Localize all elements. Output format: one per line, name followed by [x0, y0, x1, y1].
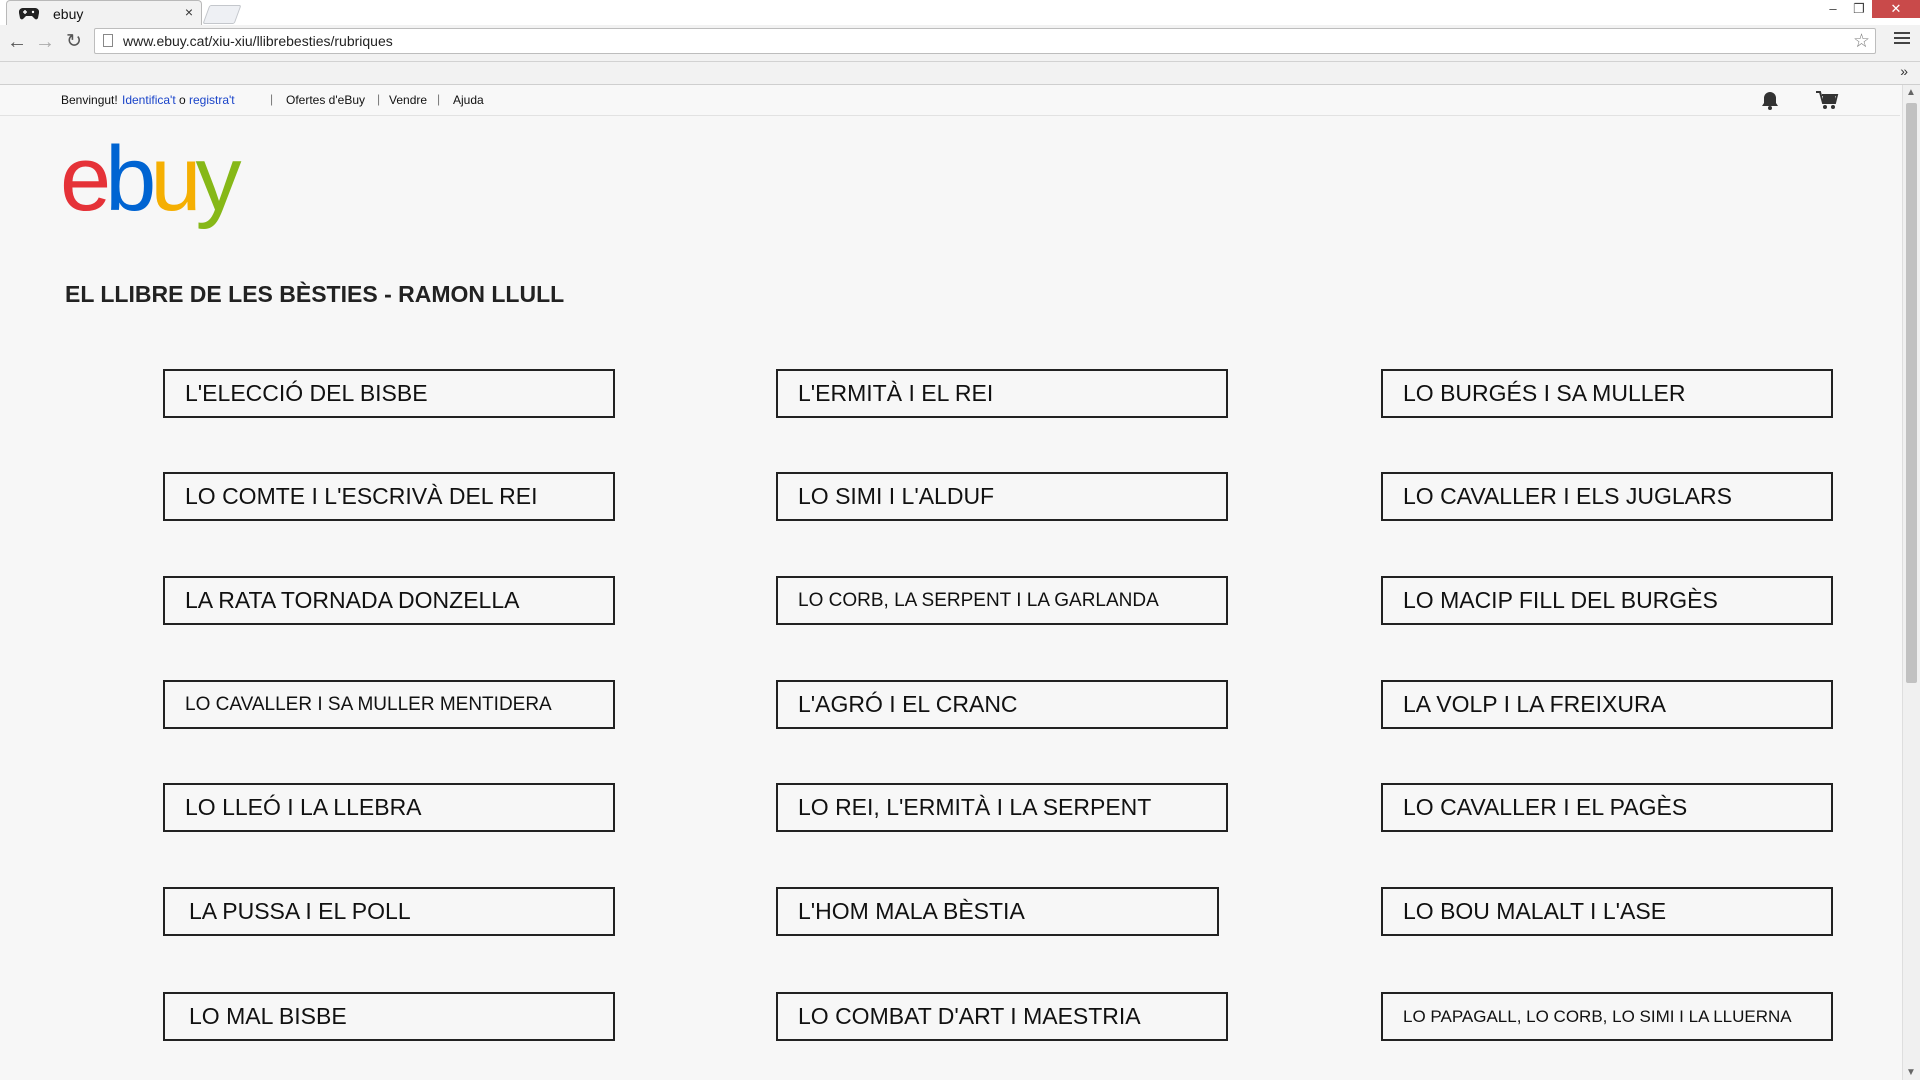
- rubrica-button[interactable]: LO CAVALLER I ELS JUGLARS: [1381, 472, 1833, 521]
- rubrica-button[interactable]: L'AGRÓ I EL CRANC: [776, 680, 1228, 729]
- rubrica-button[interactable]: LO MACIP FILL DEL BURGÈS: [1381, 576, 1833, 625]
- rubrica-label: L'AGRÓ I EL CRANC: [798, 691, 1018, 717]
- address-bar[interactable]: www.ebuy.cat/xiu-xiu/llibrebesties/rubri…: [94, 28, 1876, 54]
- rubrica-label: LO MAL BISBE: [189, 1003, 347, 1029]
- separator: |: [437, 92, 441, 106]
- rubrica-button[interactable]: LO CAVALLER I SA MULLER MENTIDERA: [163, 680, 615, 729]
- rubrica-button[interactable]: LA RATA TORNADA DONZELLA: [163, 576, 615, 625]
- bookmark-star-icon[interactable]: ☆: [1853, 30, 1870, 53]
- scroll-thumb[interactable]: [1906, 103, 1917, 683]
- restore-button[interactable]: ❐: [1842, 0, 1876, 18]
- bookmarks-bar: »: [0, 62, 1920, 85]
- rubrica-button[interactable]: LO SIMI I L'ALDUF: [776, 472, 1228, 521]
- deals-link[interactable]: Ofertes d'eBuy: [286, 93, 365, 107]
- scroll-down-icon[interactable]: ▼: [1906, 1067, 1916, 1078]
- rubrica-button[interactable]: LO CAVALLER I EL PAGÈS: [1381, 783, 1833, 832]
- rubrica-label: LO LLEÓ I LA LLEBRA: [185, 794, 422, 820]
- rubrica-label: LO REI, L'ERMITÀ I LA SERPENT: [798, 794, 1152, 820]
- tab-title: ebuy: [53, 6, 84, 22]
- rubrica-button[interactable]: LO PAPAGALL, LO CORB, LO SIMI I LA LLUER…: [1381, 992, 1833, 1041]
- rubrica-label: LO BOU MALALT I L'ASE: [1403, 898, 1667, 924]
- rubrica-label: LO PAPAGALL, LO CORB, LO SIMI I LA LLUER…: [1403, 1007, 1792, 1026]
- url-text[interactable]: www.ebuy.cat/xiu-xiu/llibrebesties/rubri…: [123, 33, 393, 49]
- new-tab-button[interactable]: [202, 5, 242, 24]
- rubrica-label: LA VOLP I LA FREIXURA: [1403, 691, 1666, 717]
- gamepad-icon: [19, 7, 39, 20]
- rubrica-label: LO COMBAT D'ART I MAESTRIA: [798, 1003, 1141, 1029]
- logo-letter: e: [60, 128, 111, 230]
- rubrica-button[interactable]: LO COMTE I L'ESCRIVÀ DEL REI: [163, 472, 615, 521]
- separator: |: [377, 92, 381, 106]
- page-icon: [103, 34, 113, 47]
- help-link[interactable]: Ajuda: [453, 93, 484, 107]
- rubrica-button[interactable]: LO CORB, LA SERPENT I LA GARLANDA: [776, 576, 1228, 625]
- rubrica-button[interactable]: L'ELECCIÓ DEL BISBE: [163, 369, 615, 418]
- rubrica-button[interactable]: L'ERMITÀ I EL REI: [776, 369, 1228, 418]
- vertical-scrollbar[interactable]: ▲ ▼: [1902, 85, 1920, 1080]
- rubrica-label: LO MACIP FILL DEL BURGÈS: [1403, 587, 1718, 613]
- rubrica-label: LO CAVALLER I ELS JUGLARS: [1403, 483, 1732, 509]
- logo-letter: b: [105, 128, 156, 230]
- rubrica-button[interactable]: LA PUSSA I EL POLL: [163, 887, 615, 936]
- tab-close-icon[interactable]: ×: [185, 4, 193, 20]
- rubrica-label: LO COMTE I L'ESCRIVÀ DEL REI: [185, 483, 538, 509]
- rubrica-button[interactable]: LO LLEÓ I LA LLEBRA: [163, 783, 615, 832]
- window-close-button[interactable]: ✕: [1872, 0, 1920, 18]
- rubrica-label: LO CORB, LA SERPENT I LA GARLANDA: [798, 590, 1159, 611]
- ebuy-logo[interactable]: ebuy: [60, 133, 242, 225]
- rubrica-label: L'ERMITÀ I EL REI: [798, 380, 994, 406]
- rubrica-button[interactable]: LO MAL BISBE: [163, 992, 615, 1041]
- browser-toolbar: ← → ↻ www.ebuy.cat/xiu-xiu/llibrebesties…: [0, 25, 1920, 62]
- back-arrow-icon[interactable]: ←: [4, 29, 30, 55]
- logo-letter: y: [195, 128, 242, 230]
- rubrica-label: LA PUSSA I EL POLL: [189, 898, 411, 924]
- rubrica-label: LA RATA TORNADA DONZELLA: [185, 587, 520, 613]
- rubrica-label: LO SIMI I L'ALDUF: [798, 483, 995, 509]
- greeting-text: Benvingut!: [61, 93, 118, 107]
- rubrica-button[interactable]: LA VOLP I LA FREIXURA: [1381, 680, 1833, 729]
- tab-strip: ebuy × – ❐ ✕: [0, 0, 1920, 25]
- rubrica-button[interactable]: LO COMBAT D'ART I MAESTRIA: [776, 992, 1228, 1041]
- rubrica-label: L'HOM MALA BÈSTIA: [798, 898, 1025, 924]
- rubrica-label: L'ELECCIÓ DEL BISBE: [185, 380, 428, 406]
- sell-link[interactable]: Vendre: [389, 93, 427, 107]
- rubrica-button[interactable]: LO BURGÉS I SA MULLER: [1381, 369, 1833, 418]
- logo-letter: u: [150, 128, 201, 230]
- rubrica-label: LO CAVALLER I EL PAGÈS: [1403, 794, 1688, 820]
- rubrica-button[interactable]: L'HOM MALA BÈSTIA: [776, 887, 1219, 936]
- forward-arrow-icon[interactable]: →: [32, 29, 58, 55]
- browser-tab[interactable]: ebuy ×: [6, 0, 202, 25]
- page-title: EL LLIBRE DE LES BÈSTIES - RAMON LLULL: [65, 281, 565, 307]
- rubrica-button[interactable]: LO BOU MALALT I L'ASE: [1381, 887, 1833, 936]
- rubrica-button[interactable]: LO REI, L'ERMITÀ I LA SERPENT: [776, 783, 1228, 832]
- reload-icon[interactable]: ↻: [61, 29, 87, 55]
- rubrica-label: LO BURGÉS I SA MULLER: [1403, 380, 1686, 406]
- signin-link[interactable]: Identifica't: [122, 93, 176, 107]
- bell-icon[interactable]: [1760, 89, 1780, 111]
- or-text: o: [179, 93, 186, 107]
- cart-icon[interactable]: [1815, 89, 1839, 111]
- rubrica-label: LO CAVALLER I SA MULLER MENTIDERA: [185, 694, 552, 715]
- browser-menu-icon[interactable]: [1894, 29, 1910, 47]
- separator: |: [270, 92, 274, 106]
- site-top-bar: Benvingut! Identifica't o registra't | O…: [0, 85, 1900, 116]
- bookmarks-overflow-icon[interactable]: »: [1900, 63, 1908, 79]
- register-link[interactable]: registra't: [189, 93, 235, 107]
- scroll-up-icon[interactable]: ▲: [1906, 87, 1916, 98]
